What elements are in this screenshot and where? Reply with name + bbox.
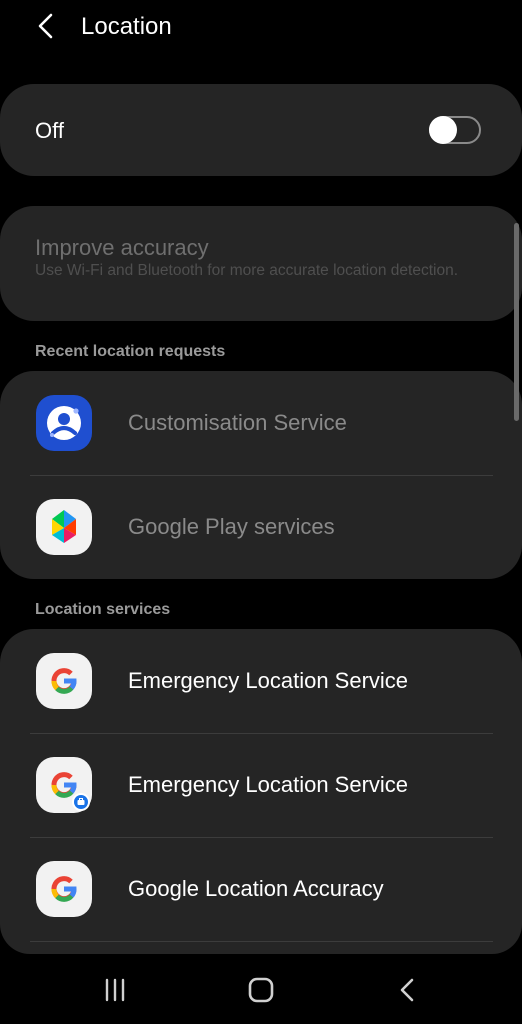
- back-button[interactable]: [30, 10, 62, 42]
- improve-accuracy-title: Improve accuracy: [35, 235, 209, 260]
- google-g-icon: [36, 653, 92, 709]
- toggle-knob: [429, 116, 457, 144]
- list-item-label: Emergency Location Service: [128, 772, 409, 797]
- page-title: Location: [81, 13, 172, 40]
- back-icon: [400, 978, 414, 1002]
- list-item-customisation-service[interactable]: Customisation Service: [0, 371, 522, 475]
- master-switch-label: Off: [35, 118, 64, 143]
- back-nav-button[interactable]: [389, 972, 425, 1008]
- list-item-google-location-accuracy[interactable]: Google Location Accuracy: [0, 837, 522, 941]
- customisation-service-icon: [36, 395, 92, 451]
- google-play-services-icon: [36, 499, 92, 555]
- list-item-google-play-services[interactable]: Google Play services: [0, 475, 522, 579]
- divider: [30, 941, 493, 942]
- recent-apps-button[interactable]: [97, 972, 133, 1008]
- home-button[interactable]: [243, 972, 279, 1008]
- location-services-header: Location services: [35, 601, 171, 618]
- scrollbar[interactable]: [514, 223, 519, 421]
- google-g-work-icon: [36, 757, 92, 813]
- location-services-list: Emergency Location Service Emergency Loc…: [0, 629, 522, 954]
- navigation-bar: [0, 955, 522, 1024]
- recent-requests-header: Recent location requests: [35, 343, 226, 360]
- improve-accuracy-row[interactable]: Improve accuracy Use Wi-Fi and Bluetooth…: [0, 206, 522, 321]
- improve-accuracy-description: Use Wi-Fi and Bluetooth for more accurat…: [35, 262, 459, 279]
- google-g-icon: [36, 861, 92, 917]
- location-toggle[interactable]: [429, 116, 481, 144]
- app-bar: Location: [0, 0, 522, 54]
- recent-apps-icon: [105, 978, 125, 1002]
- list-item-emergency-location-service[interactable]: Emergency Location Service: [0, 629, 522, 733]
- list-item-label: Emergency Location Service: [128, 668, 409, 693]
- recent-requests-list: Customisation Service Google Play servic…: [0, 371, 522, 579]
- home-icon: [248, 977, 274, 1003]
- chevron-left-icon: [38, 13, 53, 39]
- list-item-emergency-location-service-work[interactable]: Emergency Location Service: [0, 733, 522, 837]
- list-item-label: Customisation Service: [128, 410, 347, 435]
- list-item-label: Google Location Accuracy: [128, 876, 384, 901]
- list-item-label: Google Play services: [128, 514, 335, 539]
